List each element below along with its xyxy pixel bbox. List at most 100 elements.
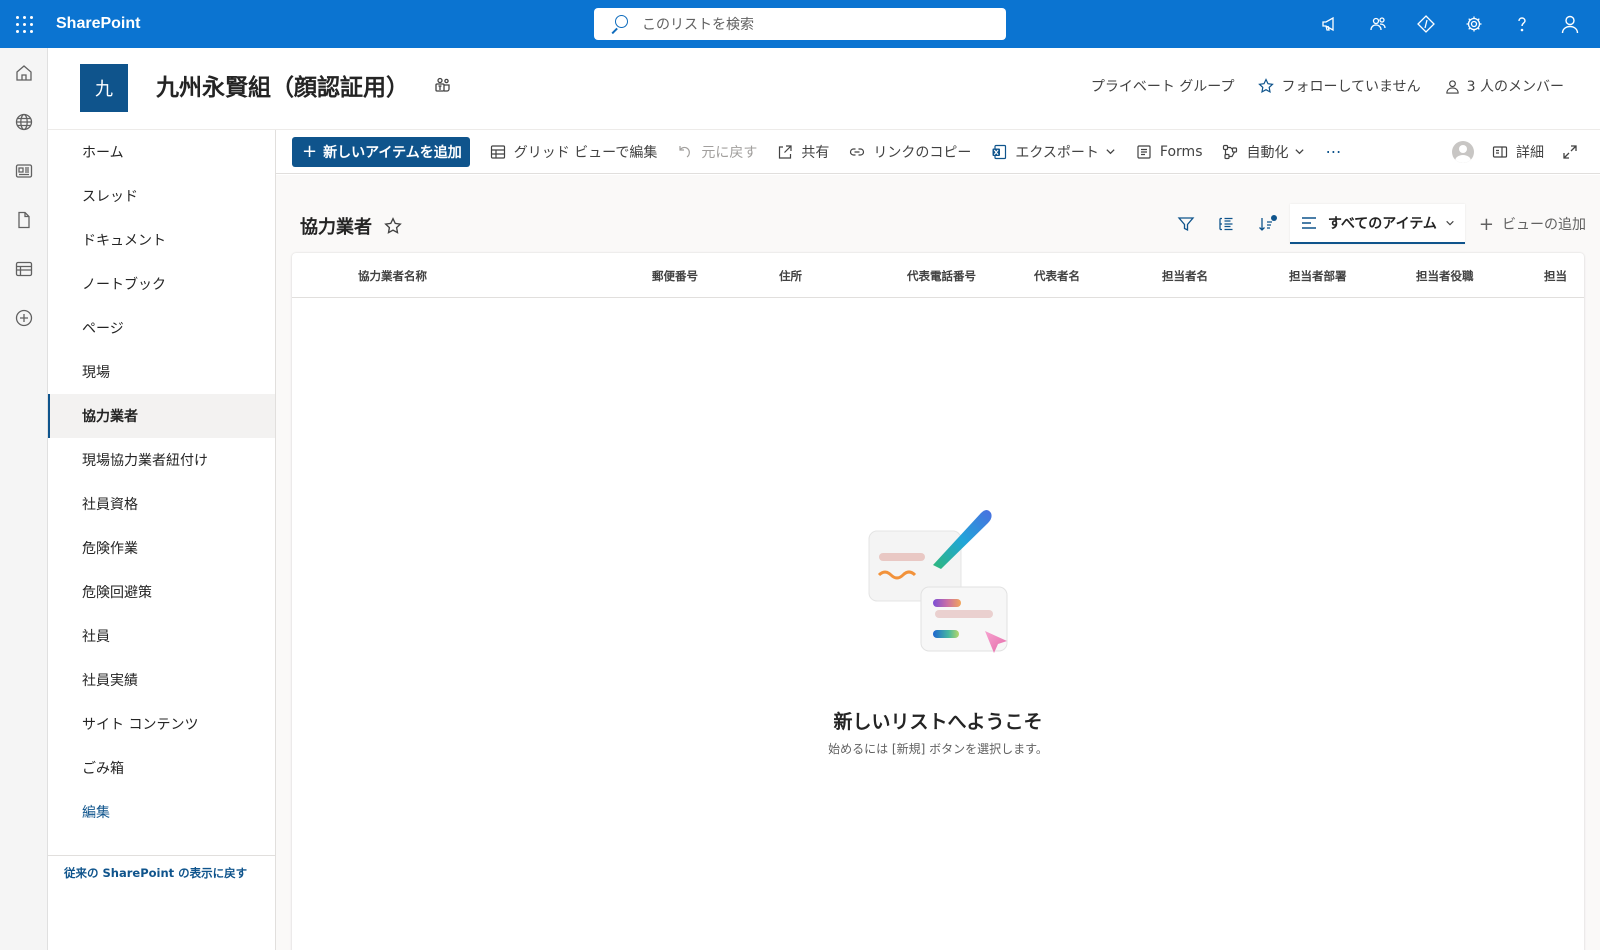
view-tools: すべてのアイテム + ビューの追加 bbox=[1166, 203, 1586, 245]
add-view-button[interactable]: + ビューの追加 bbox=[1479, 214, 1586, 235]
column-headers: 協力業者名称 郵便番号 住所 代表電話番号 代表者名 担当者名 担当者部署 担当… bbox=[292, 253, 1584, 298]
column-header[interactable]: 協力業者名称 bbox=[358, 268, 427, 284]
gear-icon[interactable] bbox=[1450, 0, 1498, 48]
search-placeholder: このリストを検索 bbox=[642, 17, 754, 33]
home-icon[interactable] bbox=[0, 48, 48, 97]
nav-items: ホーム スレッド ドキュメント ノートブック ページ 現場 協力業者 現場協力業… bbox=[48, 130, 275, 834]
members-text: 3 人のメンバー bbox=[1466, 79, 1564, 95]
site-title[interactable]: 九州永賢組（顔認証用） bbox=[156, 68, 409, 102]
column-header[interactable]: 担当者役職 bbox=[1416, 268, 1474, 284]
teams-group-icon[interactable] bbox=[434, 76, 452, 98]
undo-label: 元に戻す bbox=[701, 144, 758, 161]
empty-state: 新しいリストへようこそ 始めるには [新規] ボタンを選択します。 bbox=[292, 503, 1584, 757]
column-header[interactable]: 担当者名 bbox=[1162, 268, 1208, 284]
user-avatar[interactable] bbox=[1452, 141, 1474, 163]
nav-item-sites[interactable]: 現場 bbox=[48, 350, 275, 394]
site-logo[interactable]: 九 bbox=[80, 64, 128, 112]
column-header[interactable]: 代表者名 bbox=[1034, 268, 1080, 284]
column-header[interactable]: 郵便番号 bbox=[652, 268, 698, 284]
globe-icon[interactable] bbox=[0, 97, 48, 146]
search-icon bbox=[610, 15, 628, 33]
list-tree-icon bbox=[1219, 217, 1233, 231]
forms-button[interactable]: Forms bbox=[1136, 143, 1203, 160]
app-launcher-icon[interactable] bbox=[0, 0, 48, 48]
grid-edit-label: グリッド ビューで編集 bbox=[513, 144, 658, 161]
column-header[interactable]: 代表電話番号 bbox=[907, 268, 976, 284]
brand-name[interactable]: SharePoint bbox=[56, 15, 140, 33]
view-name: すべてのアイテム bbox=[1327, 216, 1437, 232]
list-icon[interactable] bbox=[0, 244, 48, 293]
news-icon[interactable] bbox=[0, 146, 48, 195]
view-selector[interactable]: すべてのアイテム bbox=[1289, 204, 1465, 244]
copy-link-label: リンクのコピー bbox=[873, 144, 972, 161]
group-by-button[interactable] bbox=[1206, 204, 1246, 244]
privacy-text: プライベート グループ bbox=[1090, 79, 1235, 95]
avatar-icon bbox=[1452, 141, 1474, 163]
list-title: 協力業者 bbox=[300, 213, 402, 239]
plus-icon: + bbox=[302, 141, 318, 162]
site-actions: プライベート グループ フォローしていません 3 人のメンバー bbox=[1067, 76, 1564, 96]
new-item-button[interactable]: + 新しいアイテムを追加 bbox=[292, 136, 470, 167]
grid-edit-button[interactable]: グリッド ビューで編集 bbox=[490, 142, 658, 162]
suite-icons bbox=[1306, 0, 1594, 48]
expand-icon bbox=[1563, 145, 1577, 159]
help-icon[interactable] bbox=[1498, 0, 1546, 48]
details-button[interactable]: 詳細 bbox=[1492, 142, 1544, 162]
left-nav: ホーム スレッド ドキュメント ノートブック ページ 現場 協力業者 現場協力業… bbox=[48, 130, 276, 950]
nav-item-home[interactable]: ホーム bbox=[48, 130, 275, 174]
teams-icon[interactable] bbox=[1354, 0, 1402, 48]
column-header[interactable]: 担当 bbox=[1544, 268, 1567, 284]
export-label: エクスポート bbox=[1015, 144, 1099, 161]
nav-item-hazard-avoidance[interactable]: 危険回避策 bbox=[48, 570, 275, 614]
sort-button[interactable] bbox=[1246, 204, 1286, 244]
nav-item-recycle-bin[interactable]: ごみ箱 bbox=[48, 746, 275, 790]
user-icon[interactable] bbox=[1546, 0, 1594, 48]
empty-subtitle: 始めるには [新規] ボタンを選択します。 bbox=[828, 742, 1048, 756]
excel-icon bbox=[992, 144, 1007, 159]
nav-item-employees[interactable]: 社員 bbox=[48, 614, 275, 658]
classic-view-link[interactable]: 従来の SharePoint の表示に戻す bbox=[48, 855, 275, 950]
add-view-label: ビューの追加 bbox=[1502, 217, 1586, 233]
nav-item-threads[interactable]: スレッド bbox=[48, 174, 275, 218]
share-button[interactable]: 共有 bbox=[777, 142, 829, 162]
command-bar: + 新しいアイテムを追加 グリッド ビューで編集 元に戻す 共有 リンクのコピー… bbox=[276, 130, 1600, 174]
add-circle-icon[interactable] bbox=[0, 293, 48, 342]
follow-button[interactable]: フォローしていません bbox=[1258, 76, 1421, 96]
megaphone-icon[interactable] bbox=[1306, 0, 1354, 48]
automate-button[interactable]: 自動化 bbox=[1222, 142, 1305, 162]
undo-icon bbox=[679, 145, 691, 157]
forms-label: Forms bbox=[1159, 143, 1203, 160]
search-box[interactable]: このリストを検索 bbox=[594, 8, 1006, 40]
column-header[interactable]: 住所 bbox=[779, 268, 802, 284]
view-lines-icon bbox=[1301, 217, 1316, 229]
flow-icon bbox=[1223, 144, 1238, 159]
person-icon bbox=[1445, 79, 1459, 94]
star-icon bbox=[1258, 78, 1275, 94]
members-button[interactable]: 3 人のメンバー bbox=[1445, 76, 1564, 96]
filter-icon bbox=[1177, 217, 1195, 232]
command-bar-right: 詳細 bbox=[1434, 130, 1586, 174]
filter-button[interactable] bbox=[1166, 204, 1206, 244]
expand-button[interactable] bbox=[1562, 144, 1586, 160]
copy-link-button[interactable]: リンクのコピー bbox=[849, 142, 971, 162]
nav-item-pages[interactable]: ページ bbox=[48, 306, 275, 350]
nav-item-notebook[interactable]: ノートブック bbox=[48, 262, 275, 306]
undo-button[interactable]: 元に戻す bbox=[677, 142, 757, 162]
nav-item-partners[interactable]: 協力業者 bbox=[48, 394, 275, 438]
nav-item-site-partner-link[interactable]: 現場協力業者紐付け bbox=[48, 438, 275, 482]
empty-title: 新しいリストへようこそ bbox=[833, 711, 1043, 733]
nav-item-employee-qualifications[interactable]: 社員資格 bbox=[48, 482, 275, 526]
favorite-star-icon[interactable] bbox=[384, 217, 402, 235]
nav-item-hazardous-work[interactable]: 危険作業 bbox=[48, 526, 275, 570]
column-header[interactable]: 担当者部署 bbox=[1289, 268, 1347, 284]
nav-item-site-contents[interactable]: サイト コンテンツ bbox=[48, 702, 275, 746]
export-button[interactable]: エクスポート bbox=[991, 142, 1116, 162]
suite-bar: SharePoint このリストを検索 bbox=[0, 0, 1600, 48]
nav-item-employee-records[interactable]: 社員実績 bbox=[48, 658, 275, 702]
file-icon[interactable] bbox=[0, 195, 48, 244]
nav-item-documents[interactable]: ドキュメント bbox=[48, 218, 275, 262]
nav-item-edit[interactable]: 編集 bbox=[48, 790, 275, 834]
details-label: 詳細 bbox=[1516, 145, 1544, 161]
diamond-code-icon[interactable] bbox=[1402, 0, 1450, 48]
more-button[interactable]: ⋯ bbox=[1325, 142, 1341, 161]
